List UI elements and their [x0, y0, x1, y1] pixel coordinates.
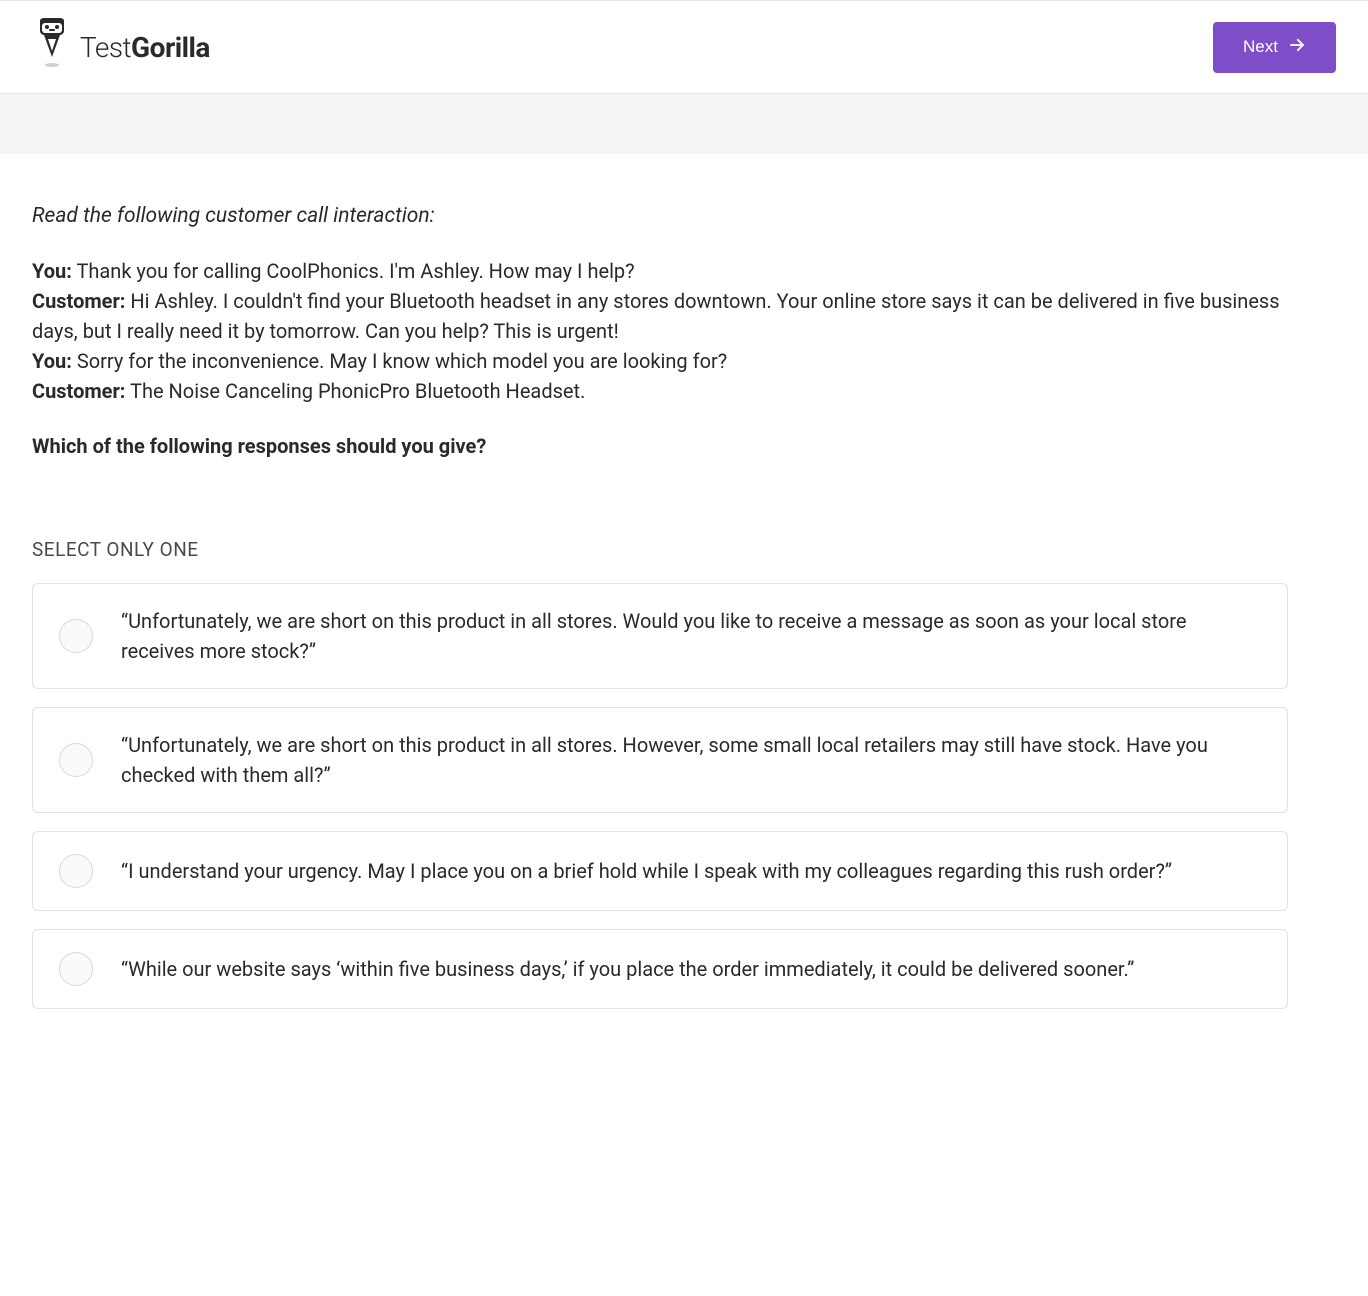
logo-text: TestGorilla	[80, 31, 210, 64]
speaker-label: Customer:	[32, 289, 125, 313]
content-area: Read the following customer call interac…	[0, 154, 1320, 1067]
speaker-label: You:	[32, 259, 72, 283]
answer-option-4[interactable]: “While our website says ‘within five bus…	[32, 929, 1288, 1009]
arrow-right-icon	[1288, 36, 1306, 59]
answer-option-2[interactable]: “Unfortunately, we are short on this pro…	[32, 707, 1288, 813]
dialogue-text: Sorry for the inconvenience. May I know …	[72, 349, 727, 373]
logo: TestGorilla	[32, 17, 210, 77]
option-text: “Unfortunately, we are short on this pro…	[121, 606, 1261, 666]
option-text: “Unfortunately, we are short on this pro…	[121, 730, 1261, 790]
instruction-text: Read the following customer call interac…	[32, 204, 1288, 228]
dialogue-line: Customer: Hi Ashley. I couldn't find you…	[32, 286, 1288, 346]
dialogue-line: You: Sorry for the inconvenience. May I …	[32, 346, 1288, 376]
radio-button[interactable]	[59, 854, 93, 888]
question-text: Which of the following responses should …	[32, 434, 1288, 458]
option-text: “I understand your urgency. May I place …	[121, 856, 1172, 886]
radio-button[interactable]	[59, 619, 93, 653]
dialogue-text: Hi Ashley. I couldn't find your Bluetoot…	[32, 289, 1280, 343]
gray-band	[0, 94, 1368, 154]
speaker-label: You:	[32, 349, 72, 373]
gorilla-icon	[32, 17, 72, 77]
radio-button[interactable]	[59, 743, 93, 777]
dialogue-line: Customer: The Noise Canceling PhonicPro …	[32, 376, 1288, 406]
radio-button[interactable]	[59, 952, 93, 986]
option-text: “While our website says ‘within five bus…	[121, 954, 1134, 984]
header-bar: TestGorilla Next	[0, 0, 1368, 94]
dialogue-text: The Noise Canceling PhonicPro Bluetooth …	[125, 379, 585, 403]
speaker-label: Customer:	[32, 379, 125, 403]
answer-option-3[interactable]: “I understand your urgency. May I place …	[32, 831, 1288, 911]
dialogue-block: You: Thank you for calling CoolPhonics. …	[32, 256, 1288, 406]
next-button[interactable]: Next	[1213, 22, 1336, 73]
answer-option-1[interactable]: “Unfortunately, we are short on this pro…	[32, 583, 1288, 689]
next-button-label: Next	[1243, 37, 1278, 57]
select-only-one-label: SELECT ONLY ONE	[32, 538, 1288, 561]
dialogue-text: Thank you for calling CoolPhonics. I'm A…	[72, 259, 635, 283]
dialogue-line: You: Thank you for calling CoolPhonics. …	[32, 256, 1288, 286]
